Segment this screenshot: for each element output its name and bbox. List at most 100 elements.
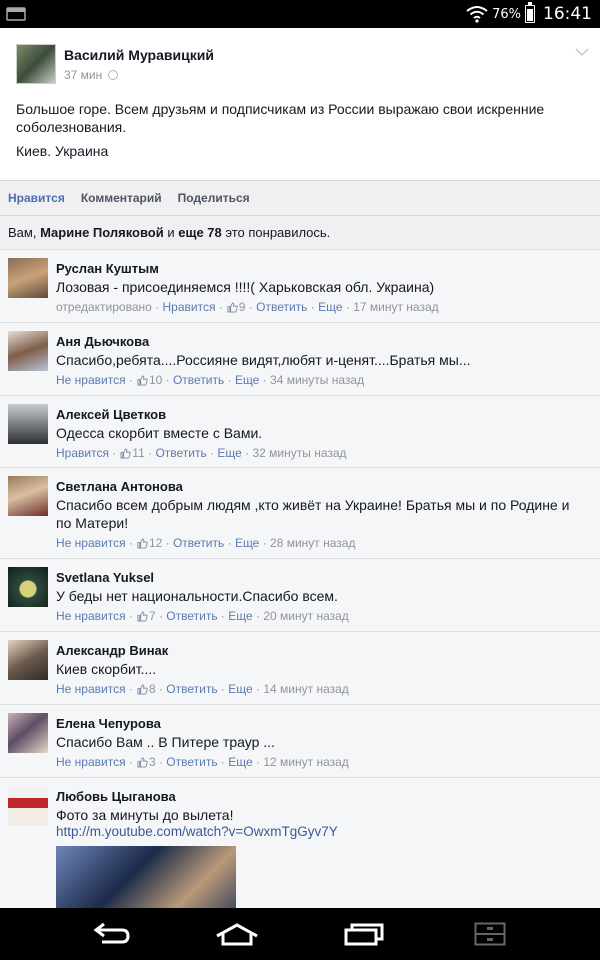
post-time: 37 мин: [64, 68, 119, 82]
likes-more[interactable]: еще 78: [178, 225, 222, 240]
comment-text: У беды нет национальности.Спасибо всем.: [56, 588, 338, 604]
reply-link[interactable]: Ответить: [166, 682, 217, 696]
thumb-up-icon: [137, 537, 148, 549]
comment-like-link[interactable]: Нравится: [56, 446, 109, 460]
thumb-up-icon: [120, 447, 131, 459]
post-time-label: 37 мин: [64, 68, 103, 82]
battery-icon: [525, 2, 535, 23]
post-author[interactable]: Василий Муравицкий: [64, 47, 214, 63]
comment-like-link[interactable]: Не нравится: [56, 536, 126, 550]
comment-text: Спасибо,ребята....Россияне видят,любят и…: [56, 352, 471, 368]
reply-link[interactable]: Ответить: [256, 300, 307, 314]
notification-icon: [6, 7, 26, 21]
comment-link[interactable]: http://m.youtube.com/watch?v=OwxmTgGyv7Y: [56, 824, 338, 839]
commenter-name[interactable]: Любовь Цыганова: [56, 789, 176, 804]
like-button[interactable]: Нравится: [8, 191, 65, 205]
post-location: Киев. Украина: [16, 143, 109, 159]
more-link[interactable]: Еще: [235, 536, 259, 550]
comment: Аня Дьючкова Спасибо,ребята....Россияне …: [0, 323, 600, 396]
commenter-name[interactable]: Алексей Цветков: [56, 407, 166, 422]
comment-meta: Не нравится · 8 · Ответить · Еще · 14 мин…: [56, 682, 349, 696]
comment-text: Киев скорбит....: [56, 661, 157, 677]
back-icon[interactable]: [90, 922, 132, 946]
thumb-up-icon: [137, 756, 148, 768]
navigation-bar: [0, 908, 600, 960]
more-link[interactable]: Еще: [228, 755, 252, 769]
comment-like-count: 10: [148, 373, 163, 387]
home-icon[interactable]: [215, 922, 259, 946]
commenter-avatar[interactable]: [8, 331, 48, 371]
commenter-name[interactable]: Руслан Куштым: [56, 261, 159, 276]
comment-text: Спасибо Вам .. В Питере траур ...: [56, 734, 275, 750]
likes-suffix: это понравилось.: [221, 225, 331, 240]
comment-time: 32 минуты назад: [252, 446, 347, 460]
commenter-avatar[interactable]: [8, 258, 48, 298]
comment-like-count: 7: [148, 609, 156, 623]
author-avatar[interactable]: [16, 44, 56, 84]
comment-text: Спасибо всем добрым людям ,кто живёт на …: [56, 497, 570, 531]
comment-like-count: 9: [238, 300, 246, 314]
commenter-name[interactable]: Svetlana Yuksel: [56, 570, 154, 585]
battery-percent: 76%: [492, 6, 521, 22]
comment-like-count: 3: [148, 755, 156, 769]
reply-link[interactable]: Ответить: [166, 609, 217, 623]
likes-person[interactable]: Марине Поляковой: [40, 225, 164, 240]
comment-meta: Нравится · 11 · Ответить · Еще · 32 минут…: [56, 446, 347, 460]
comment-like-link[interactable]: Не нравится: [56, 609, 126, 623]
commenter-avatar[interactable]: [8, 476, 48, 516]
recents-icon[interactable]: [344, 922, 384, 946]
comment: Алексей Цветков Одесса скорбит вместе с …: [0, 396, 600, 468]
menu-icon[interactable]: [474, 922, 506, 946]
comment-meta: Не нравится · 12 · Ответить · Еще · 28 ми…: [56, 536, 356, 550]
more-link[interactable]: Еще: [217, 446, 241, 460]
commenter-name[interactable]: Елена Чепурова: [56, 716, 161, 731]
more-link[interactable]: Еще: [318, 300, 342, 314]
likes-middle: и: [163, 225, 179, 240]
commenter-name[interactable]: Александр Винак: [56, 643, 168, 658]
comment-meta: Не нравится · 3 · Ответить · Еще · 12 мин…: [56, 755, 349, 769]
commenter-avatar[interactable]: [8, 713, 48, 753]
thumb-up-icon: [137, 374, 148, 386]
comment-meta: Не нравится · 10 · Ответить · Еще · 34 ми…: [56, 373, 365, 387]
comment-like-count: 11: [132, 446, 145, 460]
comment-time: 12 минут назад: [263, 755, 349, 769]
comment-like-count: 12: [148, 536, 163, 550]
comment-text: Лозовая - присоединяемся !!!!( Харьковск…: [56, 279, 435, 295]
comment-time: 28 минут назад: [270, 536, 356, 550]
comment-meta: Не нравится · 7 · Ответить · Еще · 20 мин…: [56, 609, 349, 623]
comment: Елена Чепурова Спасибо Вам .. В Питере т…: [0, 705, 600, 778]
comment: Светлана Антонова Спасибо всем добрым лю…: [0, 468, 600, 559]
chevron-down-icon[interactable]: [574, 46, 590, 58]
comment: Svetlana Yuksel У беды нет национальност…: [0, 559, 600, 632]
reply-link[interactable]: Ответить: [166, 755, 217, 769]
commenter-avatar[interactable]: [8, 404, 48, 444]
comment-time: 20 минут назад: [263, 609, 349, 623]
more-link[interactable]: Еще: [228, 682, 252, 696]
comment-text: Одесса скорбит вместе с Вами.: [56, 425, 263, 441]
commenter-name[interactable]: Светлана Антонова: [56, 479, 183, 494]
comment-like-link[interactable]: Не нравится: [56, 755, 126, 769]
comment-like-link[interactable]: Не нравится: [56, 373, 126, 387]
comment-like-link[interactable]: Нравится: [162, 300, 215, 314]
status-bar: 76% 16:41: [0, 0, 600, 28]
commenter-avatar[interactable]: [8, 640, 48, 680]
comment-like-count: 8: [148, 682, 156, 696]
comment-like-link[interactable]: Не нравится: [56, 682, 126, 696]
edited-label[interactable]: отредактировано: [56, 300, 152, 314]
share-button[interactable]: Поделиться: [178, 191, 250, 205]
globe-icon: [108, 70, 119, 80]
commenter-avatar[interactable]: [8, 786, 48, 826]
thumb-up-icon: [137, 610, 148, 622]
commenter-avatar[interactable]: [8, 567, 48, 607]
more-link[interactable]: Еще: [228, 609, 252, 623]
comment-time: 17 минут назад: [353, 300, 439, 314]
comment-time: 14 минут назад: [263, 682, 349, 696]
more-link[interactable]: Еще: [235, 373, 259, 387]
commenter-name[interactable]: Аня Дьючкова: [56, 334, 149, 349]
reply-link[interactable]: Ответить: [173, 373, 224, 387]
thumb-up-icon: [137, 683, 148, 695]
comment-button[interactable]: Комментарий: [81, 191, 162, 205]
reply-link[interactable]: Ответить: [155, 446, 206, 460]
reply-link[interactable]: Ответить: [173, 536, 224, 550]
likes-summary[interactable]: Вам, Марине Поляковой и еще 78 это понра…: [0, 216, 600, 250]
